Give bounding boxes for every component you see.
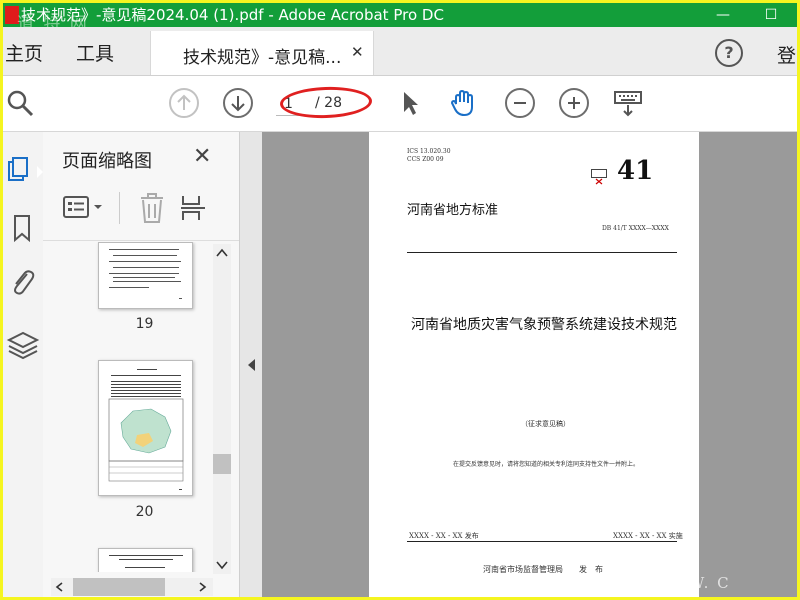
page-gutter: [699, 132, 797, 597]
layers-icon[interactable]: [3, 324, 43, 364]
prev-page-icon[interactable]: [169, 88, 199, 118]
delete-page-icon[interactable]: [137, 192, 167, 224]
document-title: 河南省地质灾害气象预警系统建设技术规范: [411, 317, 677, 333]
pdf-page: ICS 13.020.30 CCS Z00 09 41 河南省地方标准 DB 4…: [369, 132, 699, 597]
thumbnail-page[interactable]: [98, 548, 193, 572]
toolbar-divider: [119, 192, 120, 224]
footer-rule: [407, 541, 677, 542]
annotation-ellipse: [279, 85, 373, 120]
scroll-down-icon[interactable]: [216, 560, 228, 570]
ccs-code: CCS Z00 09: [407, 156, 444, 163]
panel-collapse-strip[interactable]: [240, 132, 262, 597]
thumbnail-preview: [109, 249, 182, 299]
corner-watermark: WWW. C: [654, 574, 731, 592]
standard-type: 河南省地方标准: [407, 203, 499, 218]
scroll-up-icon[interactable]: [216, 248, 228, 258]
minimize-button[interactable]: —: [703, 3, 743, 27]
publisher: 河南省市场监督管理局 发 布: [483, 565, 603, 574]
zoom-out-icon[interactable]: [505, 88, 535, 118]
thumbnail-vertical-scrollbar[interactable]: [213, 244, 231, 574]
thumbnail-page[interactable]: [98, 360, 193, 496]
close-panel-icon[interactable]: ✕: [193, 144, 211, 169]
standard-number: 41: [617, 156, 654, 186]
header-rule: [407, 252, 677, 253]
close-tab-icon[interactable]: ✕: [351, 43, 364, 61]
tab-home[interactable]: 主页: [5, 39, 43, 66]
thumbnails-panel: 页面缩略图 ✕ 19 20: [43, 132, 240, 597]
select-cursor-icon[interactable]: [395, 88, 425, 118]
app-window: 技术规范》-意见稿2024.04 (1).pdf - Adobe Acrobat…: [3, 3, 797, 597]
hand-tool-icon[interactable]: [448, 88, 478, 118]
document-view[interactable]: ICS 13.020.30 CCS Z00 09 41 河南省地方标准 DB 4…: [262, 132, 797, 597]
publish-date: XXXX - XX - XX 发布: [409, 532, 479, 540]
scroll-left-icon[interactable]: [55, 582, 65, 592]
zoom-in-icon[interactable]: [559, 88, 589, 118]
thumbnail-page-number: 19: [135, 316, 154, 332]
insert-page-icon[interactable]: [179, 192, 207, 224]
patent-instruction: 在提交反馈意见时，请将您知道的相关专利连同支持性文件一并附上。: [453, 461, 640, 468]
tab-bar: 主页 工具 技术规范》-意见稿... ✕ ? 登: [3, 27, 797, 76]
title-bar: 技术规范》-意见稿2024.04 (1).pdf - Adobe Acrobat…: [3, 3, 797, 34]
ics-code: ICS 13.020.30: [407, 148, 451, 155]
thumbnail-list: 19 20: [43, 242, 211, 572]
bookmark-icon[interactable]: [3, 208, 43, 248]
tab-tools[interactable]: 工具: [76, 39, 114, 66]
next-page-icon[interactable]: [223, 88, 253, 118]
thumbnail-page[interactable]: [98, 242, 193, 309]
vertical-scroll-thumb[interactable]: [213, 454, 231, 474]
implement-date: XXXX - XX - XX 实施: [613, 532, 683, 540]
document-tab-label: 技术规范》-意见稿...: [183, 48, 342, 68]
maximize-button[interactable]: ☐: [751, 3, 791, 27]
draft-note: （征求意见稿）: [521, 420, 570, 428]
thumbnail-preview: [108, 369, 184, 490]
main-toolbar: / 28: [3, 76, 797, 132]
attachment-icon[interactable]: [3, 262, 43, 302]
standard-flag-icon: [591, 169, 607, 185]
scroll-right-icon[interactable]: [197, 582, 207, 592]
search-zoom-icon[interactable]: [5, 88, 35, 118]
page-thumbnails-icon[interactable]: [3, 152, 43, 192]
keyboard-icon[interactable]: [613, 88, 643, 118]
thumbnail-options-icon[interactable]: [61, 194, 107, 222]
thumbnail-preview: [109, 555, 183, 568]
thumbnail-page-number: 20: [135, 504, 154, 520]
navigation-rail: [3, 132, 44, 597]
panel-toolbar: [43, 180, 239, 241]
document-tab[interactable]: 技术规范》-意见稿... ✕: [150, 31, 374, 75]
db-number: DB 41/T XXXX—XXXX: [602, 225, 669, 232]
help-icon[interactable]: ?: [715, 39, 743, 67]
sign-in-link[interactable]: 登: [777, 41, 796, 68]
collapse-arrow-icon[interactable]: [246, 358, 256, 372]
thumbnail-horizontal-scrollbar[interactable]: [51, 578, 213, 596]
horizontal-scroll-thumb[interactable]: [73, 578, 165, 596]
panel-title: 页面缩略图: [62, 151, 152, 172]
